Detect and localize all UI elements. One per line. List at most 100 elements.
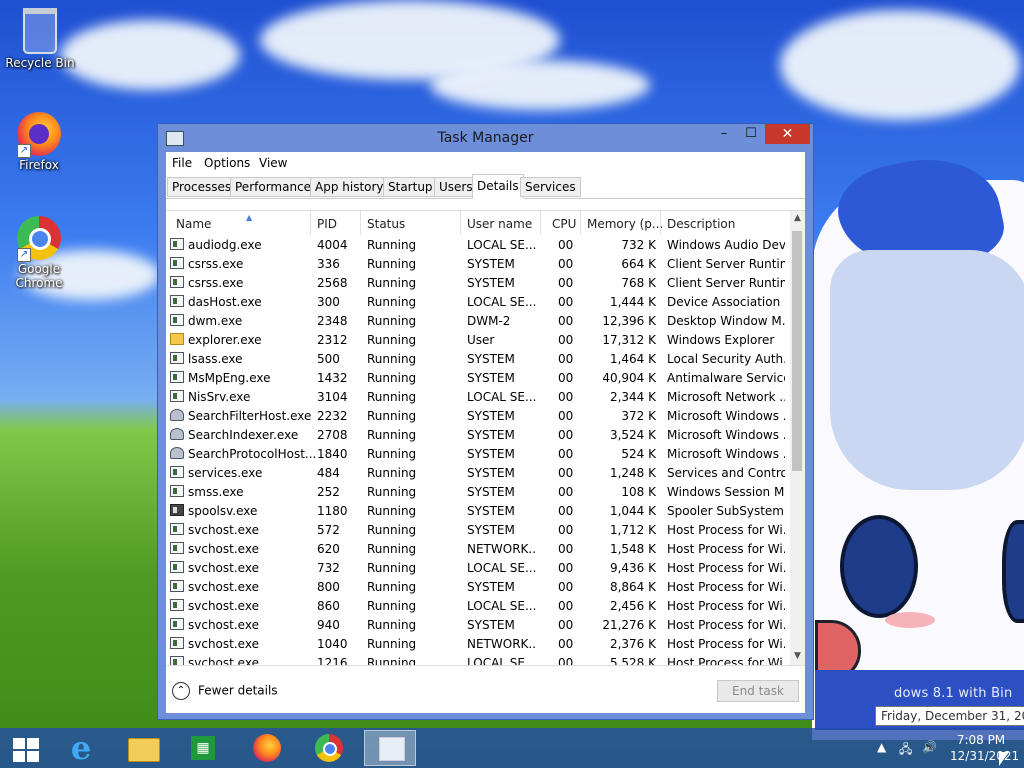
taskbar-store[interactable]: ▦ [177,730,229,766]
column-divider[interactable] [540,211,541,235]
minimize-button[interactable]: – [711,124,737,144]
table-row[interactable]: svchost.exe 572 Running SYSTEM 00 1,712 K Host… [166,520,790,539]
table-row[interactable]: SearchProtocolHost... 1840 Running SYSTEM 00… [166,444,790,463]
process-icon [170,447,184,459]
column-header-pid[interactable]: PID [317,217,337,231]
cell-desc: Local Security Auth... [667,352,785,366]
process-icon [170,352,184,364]
tab-app-history[interactable]: App history [310,177,389,197]
maximize-button[interactable]: ☐ [738,124,764,144]
close-button[interactable]: ✕ [765,124,810,144]
tab-performance[interactable]: Performance [230,177,317,197]
table-row[interactable]: NisSrv.exe 3104 Running LOCAL SE... 00 2,344 … [166,387,790,406]
scrollbar-thumb[interactable] [792,231,802,471]
table-row[interactable]: MsMpEng.exe 1432 Running SYSTEM 00 40,904 K An… [166,368,790,387]
table-row[interactable]: csrss.exe 336 Running SYSTEM 00 664 K Client S… [166,254,790,273]
tab-services[interactable]: Services [520,177,581,197]
tab-startup[interactable]: Startup [383,177,438,197]
table-row[interactable]: svchost.exe 732 Running LOCAL SE... 00 9,436 … [166,558,790,577]
cell-name: svchost.exe [188,618,259,632]
table-row[interactable]: svchost.exe 940 Running SYSTEM 00 21,276 K Hos… [166,615,790,634]
scroll-down-icon[interactable]: ▼ [790,651,805,661]
table-row[interactable]: dasHost.exe 300 Running LOCAL SE... 00 1,444 … [166,292,790,311]
process-icon [170,428,184,440]
cell-name: lsass.exe [188,352,243,366]
desktop-icon-label: Google Chrome [15,262,63,290]
column-header-memory[interactable]: Memory (p... [587,217,663,231]
cell-user: NETWORK... [467,637,537,651]
chrome-icon: ↗ [17,216,61,262]
table-row[interactable]: svchost.exe 1040 Running NETWORK... 00 2,376 … [166,634,790,653]
fewer-details-button[interactable]: ⌃ Fewer details [172,682,278,700]
column-divider[interactable] [660,211,661,235]
start-button[interactable] [0,730,52,766]
taskbar-task-manager[interactable] [364,730,416,766]
wallpaper-character-eye [1002,520,1024,623]
column-header-user-name[interactable]: User name [467,217,532,231]
cell-name: dasHost.exe [188,295,262,309]
cell-cpu: 00 [558,352,574,366]
taskbar-chrome[interactable] [303,730,355,766]
fewer-details-label: Fewer details [198,683,278,698]
cell-pid: 940 [317,618,340,632]
table-row[interactable]: csrss.exe 2568 Running SYSTEM 00 768 K Client … [166,273,790,292]
tab-processes[interactable]: Processes [167,177,237,197]
column-header-cpu[interactable]: CPU [552,217,576,231]
show-hidden-icons-button[interactable]: ▲ [877,740,886,754]
window-footer: ⌃ Fewer details End task [166,665,805,714]
table-row[interactable]: SearchFilterHost.exe 2232 Running SYSTEM 00 3… [166,406,790,425]
cell-mem: 1,712 K [609,523,656,537]
desktop-icon-chrome[interactable]: ↗ Google Chrome [1,216,77,290]
cell-status: Running [367,276,417,290]
table-row[interactable]: services.exe 484 Running SYSTEM 00 1,248 K Ser… [166,463,790,482]
tab-details[interactable]: Details [472,174,524,199]
column-divider[interactable] [460,211,461,235]
taskbar-firefox[interactable] [241,730,293,766]
cell-cpu: 00 [558,599,574,613]
table-row[interactable]: dwm.exe 2348 Running DWM-2 00 12,396 K Desktop… [166,311,790,330]
desktop-icon-recycle-bin[interactable]: Recycle Bin [2,8,78,70]
vertical-scrollbar[interactable]: ▲ ▼ [790,211,805,666]
cell-desc: Services and Control... [667,466,785,480]
table-row[interactable]: audiodg.exe 4004 Running LOCAL SE... 00 732 K… [166,235,790,254]
cell-desc: Desktop Window M... [667,314,785,328]
column-divider[interactable] [360,211,361,235]
volume-icon[interactable]: 🔊 [922,740,937,754]
cell-mem: 1,548 K [609,542,656,556]
column-divider[interactable] [580,211,581,235]
cell-desc: Windows Audio Dev... [667,238,785,252]
cell-desc: Windows Session M... [667,485,785,499]
scroll-up-icon[interactable]: ▲ [790,213,805,223]
column-header-description[interactable]: Description [667,217,735,231]
process-icon [170,276,184,288]
cell-status: Running [367,485,417,499]
cell-name: NisSrv.exe [188,390,251,404]
taskbar-file-explorer[interactable] [116,730,168,766]
menu-view[interactable]: View [259,156,287,170]
column-divider[interactable] [310,211,311,235]
taskbar-internet-explorer[interactable]: e [55,730,107,766]
store-icon: ▦ [191,736,215,760]
cell-name: MsMpEng.exe [188,371,271,385]
table-row[interactable]: smss.exe 252 Running SYSTEM 00 108 K Windows S… [166,482,790,501]
column-header-status[interactable]: Status [367,217,405,231]
cell-desc: Client Server Runtim... [667,257,785,271]
window-titlebar[interactable]: Task Manager – ☐ ✕ [158,124,813,152]
firefox-icon [253,734,281,762]
cell-cpu: 00 [558,580,574,594]
table-row[interactable]: SearchIndexer.exe 2708 Running SYSTEM 00 3,52… [166,425,790,444]
table-row[interactable]: spoolsv.exe 1180 Running SYSTEM 00 1,044 K Spo… [166,501,790,520]
table-row[interactable]: svchost.exe 800 Running SYSTEM 00 8,864 K Host… [166,577,790,596]
table-row[interactable]: svchost.exe 620 Running NETWORK... 00 1,548 K… [166,539,790,558]
cell-pid: 732 [317,561,340,575]
column-header-name[interactable]: Name ▲ [176,213,252,231]
table-row[interactable]: svchost.exe 860 Running LOCAL SE... 00 2,456 … [166,596,790,615]
network-icon[interactable]: 🖧 [899,740,912,761]
menu-file[interactable]: File [172,156,192,170]
end-task-button[interactable]: End task [717,680,799,702]
menu-options[interactable]: Options [204,156,250,170]
menu-bar: File Options View [166,152,805,174]
desktop-icon-firefox[interactable]: ↗ Firefox [1,112,77,172]
table-row[interactable]: lsass.exe 500 Running SYSTEM 00 1,464 K Local … [166,349,790,368]
table-row[interactable]: explorer.exe 2312 Running User 00 17,312 K Win… [166,330,790,349]
